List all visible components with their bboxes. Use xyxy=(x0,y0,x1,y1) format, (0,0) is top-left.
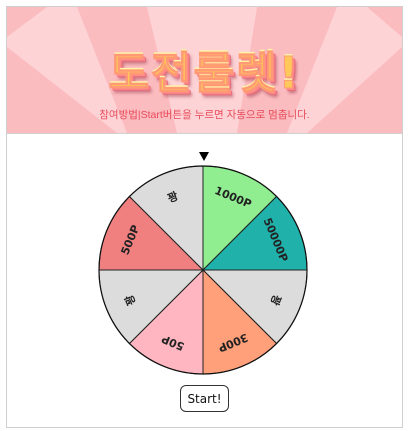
page-title: 도전룰렛! xyxy=(108,48,301,100)
wheel-area: 1000P 50000P 꽝 300P 50P 꽝 500P 꽝 Start! xyxy=(7,134,402,427)
pointer-icon xyxy=(199,152,209,161)
start-button[interactable]: Start! xyxy=(180,385,229,412)
roulette-frame: 도전룰렛! 참여방법|Start버튼을 누르면 자동으로 멈춥니다. 1000P… xyxy=(6,6,403,428)
roulette-wheel: 1000P50000P꽝300P50P꽝500P꽝 xyxy=(98,165,308,375)
instruction-text: 참여방법|Start버튼을 누르면 자동으로 멈춥니다. xyxy=(99,109,310,121)
header-banner: 도전룰렛! 참여방법|Start버튼을 누르면 자동으로 멈춥니다. xyxy=(7,7,402,134)
